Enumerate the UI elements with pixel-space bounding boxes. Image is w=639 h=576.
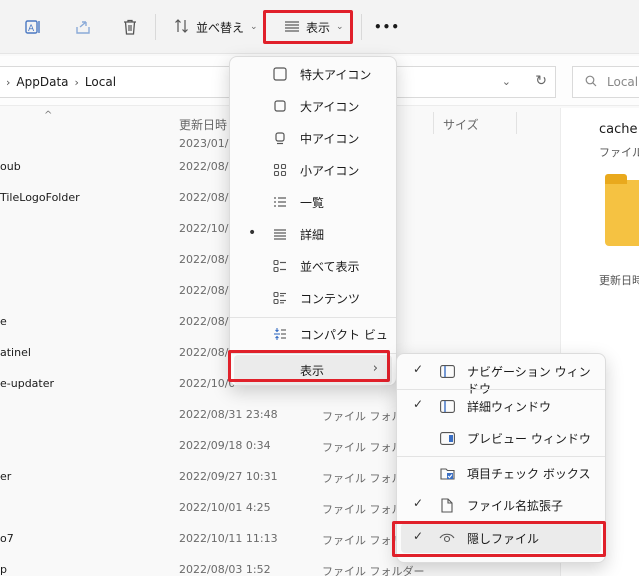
- search-box[interactable]: Local: [572, 66, 639, 98]
- folder-icon: [605, 174, 639, 246]
- menu-divider: [397, 389, 605, 390]
- row-name: p: [0, 563, 7, 576]
- row-date: 2023/01/0: [179, 137, 236, 150]
- hidden-files-icon: [439, 530, 455, 546]
- item-checkbox-icon: [439, 465, 455, 481]
- menu-item-extra-large-icons[interactable]: 特大アイコン: [234, 59, 392, 89]
- check-icon: ✓: [413, 362, 424, 376]
- svg-text:A: A: [28, 24, 35, 34]
- menu-item-medium-icons[interactable]: 中アイコン: [234, 123, 392, 153]
- row-date: 2022/09/27 10:31: [179, 470, 278, 483]
- extra-large-icons-icon: [272, 66, 288, 82]
- menu-divider: [230, 317, 396, 318]
- menu-item-content[interactable]: コンテンツ: [234, 283, 392, 313]
- row-date: 2022/10/01 4:25: [179, 501, 271, 514]
- preview-name: cache: [599, 122, 638, 137]
- row-date: 2022/08/0: [179, 284, 236, 297]
- sort-up-icon: ^: [44, 110, 53, 121]
- more-icon: •••: [374, 20, 401, 34]
- menu-item-small-icons[interactable]: 小アイコン: [234, 155, 392, 185]
- menu-divider: [397, 456, 605, 457]
- preview-pane-icon: [439, 430, 455, 446]
- menu-item-show[interactable]: 表示 ›: [234, 355, 392, 385]
- view-label: 表示: [306, 20, 331, 35]
- menu-item-large-icons[interactable]: 大アイコン: [234, 91, 392, 121]
- large-icons-icon: [272, 98, 288, 114]
- row-date: 2022/08/0: [179, 346, 236, 359]
- row-name: oub: [0, 160, 21, 173]
- list-icon: [272, 194, 288, 210]
- row-name: e-updater: [0, 377, 55, 390]
- menu-item-compact-view[interactable]: コンパクト ビュー: [234, 319, 392, 359]
- row-date: 2022/08/31 23:48: [179, 408, 278, 421]
- row-type: ファイル フォルダー: [322, 565, 425, 576]
- toolbar-divider: [361, 14, 362, 40]
- address-dropdown-icon[interactable]: ⌄: [502, 75, 511, 88]
- delete-icon[interactable]: [119, 16, 141, 38]
- refresh-icon[interactable]: ↻: [535, 73, 547, 89]
- compact-view-icon: [272, 326, 288, 342]
- menu-item-details-pane[interactable]: ✓ 詳細ウィンドウ: [401, 391, 601, 421]
- command-bar: A 並べ替え ⌄ 表示 ⌄ •••: [0, 0, 639, 54]
- row-date: 2022/09/18 0:34: [179, 439, 271, 452]
- row-date: 2022/10/11 11:13: [179, 532, 278, 545]
- toolbar-divider: [155, 14, 156, 40]
- small-icons-icon: [272, 162, 288, 178]
- chevron-right-icon: ›: [74, 75, 79, 89]
- tiles-icon: [272, 258, 288, 274]
- menu-item-file-name-extensions[interactable]: ✓ ファイル名拡張子: [401, 490, 601, 520]
- view-menu: 特大アイコン 大アイコン 中アイコン 小アイコン 一覧 • 詳細 並べて表示 コ…: [229, 56, 397, 386]
- sort-icon: [174, 18, 190, 37]
- menu-item-details[interactable]: • 詳細: [234, 219, 392, 249]
- content-icon: [272, 290, 288, 306]
- search-placeholder: Local: [607, 75, 639, 89]
- search-icon: [585, 75, 597, 90]
- check-icon: ✓: [413, 397, 424, 411]
- menu-item-item-checkboxes[interactable]: 項目チェック ボックス: [401, 458, 601, 488]
- row-name: TileLogoFolder: [0, 191, 80, 204]
- row-name: e: [0, 315, 7, 328]
- row-date: 2022/08/0: [179, 160, 236, 173]
- rename-icon[interactable]: A: [22, 16, 44, 38]
- chevron-right-icon: ›: [372, 361, 378, 376]
- view-icon: [284, 18, 300, 37]
- menu-item-list[interactable]: 一覧: [234, 187, 392, 217]
- row-name: o7: [0, 532, 14, 545]
- file-extension-icon: [439, 497, 455, 513]
- menu-divider: [230, 353, 396, 354]
- sort-label: 並べ替え: [196, 20, 245, 35]
- menu-item-navigation-pane[interactable]: ✓ ナビゲーション ウィンドウ: [401, 356, 601, 396]
- chevron-down-icon: ⌄: [250, 22, 258, 32]
- preview-type: ファイル フ: [599, 146, 639, 159]
- menu-item-hidden-files[interactable]: ✓ 隠しファイル: [401, 523, 601, 553]
- row-name: er: [0, 470, 12, 483]
- chevron-right-icon: ›: [6, 75, 11, 89]
- row-date: 2022/10/2: [179, 222, 236, 235]
- view-button[interactable]: 表示 ⌄: [276, 12, 352, 42]
- share-icon[interactable]: [72, 16, 94, 38]
- navigation-pane-icon: [439, 363, 455, 379]
- row-date: 2022/10/0: [179, 377, 236, 390]
- preview-modified-label: 更新日時: [599, 274, 639, 287]
- medium-icons-icon: [272, 130, 288, 146]
- selected-bullet-icon: •: [248, 225, 257, 241]
- check-icon: ✓: [413, 496, 424, 510]
- show-submenu: ✓ ナビゲーション ウィンドウ ✓ 詳細ウィンドウ プレビュー ウィンドウ 項目…: [396, 353, 606, 563]
- row-date: 2022/08/2: [179, 253, 236, 266]
- details-pane-icon: [439, 398, 455, 414]
- breadcrumb-appdata[interactable]: AppData: [16, 75, 68, 89]
- details-icon: [272, 226, 288, 242]
- breadcrumb-local[interactable]: Local: [85, 75, 116, 89]
- check-icon: ✓: [413, 529, 424, 543]
- row-date: 2022/08/0: [179, 315, 236, 328]
- row-name: atinel: [0, 346, 31, 359]
- sort-button[interactable]: 並べ替え ⌄: [166, 12, 266, 42]
- menu-item-preview-pane[interactable]: プレビュー ウィンドウ: [401, 423, 601, 453]
- row-date: 2022/08/03 1:52: [179, 563, 271, 576]
- menu-item-tiles[interactable]: 並べて表示: [234, 251, 392, 281]
- row-date: 2022/08/0: [179, 191, 236, 204]
- chevron-down-icon: ⌄: [336, 22, 344, 32]
- more-options-button[interactable]: •••: [366, 12, 408, 42]
